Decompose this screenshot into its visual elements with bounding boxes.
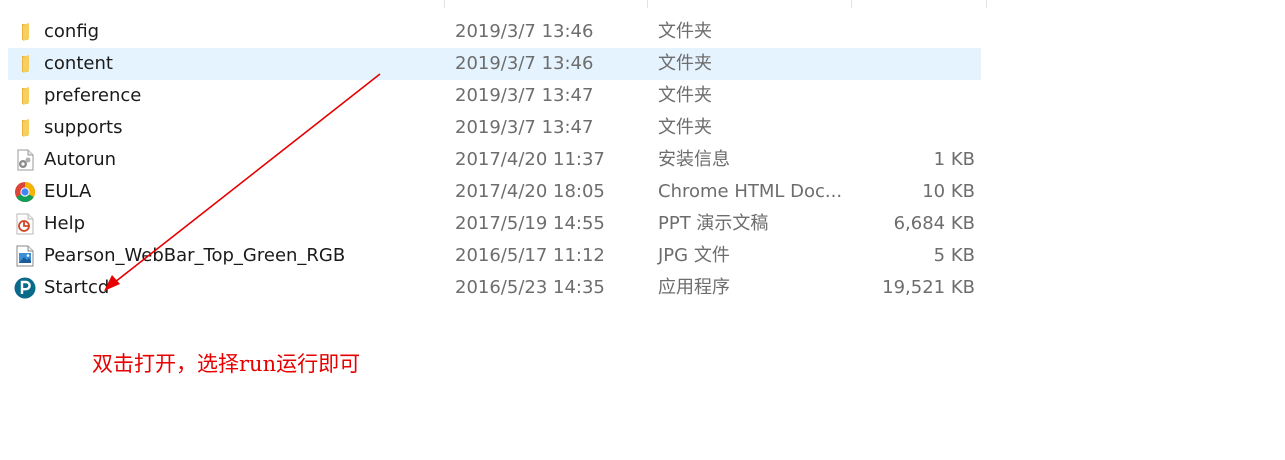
file-name: config [44, 21, 100, 42]
file-name: Pearson_WebBar_Top_Green_RGB [44, 245, 346, 266]
folder-icon [14, 117, 36, 139]
file-name: Startcd [44, 277, 110, 298]
file-row-startcd[interactable]: Startcd 2016/5/23 14:35 应用程序 19,521 KB [8, 272, 981, 304]
file-name: Help [44, 213, 86, 234]
file-type: 文件夹 [658, 85, 712, 106]
file-size: 19,521 KB [882, 277, 975, 298]
file-modified-date: 2019/3/7 13:47 [455, 85, 594, 106]
column-separator-type-size[interactable] [851, 0, 852, 8]
file-row-autorun[interactable]: Autorun 2017/4/20 11:37 安装信息 1 KB [8, 144, 981, 176]
file-type: 文件夹 [658, 53, 712, 74]
file-row-help[interactable]: Help 2017/5/19 14:55 PPT 演示文稿 6,684 KB [8, 208, 981, 240]
file-row-preference[interactable]: preference 2019/3/7 13:47 文件夹 [8, 80, 981, 112]
file-row-pearson-webbar[interactable]: Pearson_WebBar_Top_Green_RGB 2016/5/17 1… [8, 240, 981, 272]
file-modified-date: 2019/3/7 13:47 [455, 117, 594, 138]
column-separator-name-date[interactable] [444, 0, 445, 8]
file-name: EULA [44, 181, 92, 202]
file-name: content [44, 53, 113, 74]
annotation-instruction-text: 双击打开，选择run运行即可 [92, 352, 361, 376]
column-separator-date-type[interactable] [647, 0, 648, 8]
file-size: 5 KB [933, 245, 975, 266]
folder-icon [14, 85, 36, 107]
folder-icon [14, 21, 36, 43]
file-size: 1 KB [933, 149, 975, 170]
file-modified-date: 2016/5/17 11:12 [455, 245, 605, 266]
file-size: 6,684 KB [893, 213, 975, 234]
file-modified-date: 2019/3/7 13:46 [455, 21, 594, 42]
setup-info-icon [14, 149, 36, 171]
file-type: Chrome HTML Doc... [658, 181, 843, 202]
chrome-icon [14, 181, 36, 203]
file-row-config[interactable]: config 2019/3/7 13:46 文件夹 [8, 16, 981, 48]
image-file-icon [14, 245, 36, 267]
file-row-content[interactable]: content 2019/3/7 13:46 文件夹 [8, 48, 981, 80]
file-modified-date: 2017/4/20 11:37 [455, 149, 605, 170]
file-name: supports [44, 117, 123, 138]
file-name: preference [44, 85, 142, 106]
file-modified-date: 2017/4/20 18:05 [455, 181, 605, 202]
folder-icon [14, 53, 36, 75]
file-modified-date: 2017/5/19 14:55 [455, 213, 605, 234]
file-type: 文件夹 [658, 21, 712, 42]
file-name: Autorun [44, 149, 117, 170]
file-type: 应用程序 [658, 277, 730, 298]
file-modified-date: 2019/3/7 13:46 [455, 53, 594, 74]
pearson-app-icon [14, 277, 36, 299]
file-type: PPT 演示文稿 [658, 213, 769, 234]
file-size: 10 KB [922, 181, 975, 202]
file-type: 文件夹 [658, 117, 712, 138]
file-row-supports[interactable]: supports 2019/3/7 13:47 文件夹 [8, 112, 981, 144]
file-row-eula[interactable]: EULA 2017/4/20 18:05 Chrome HTML Doc... … [8, 176, 981, 208]
file-type: 安装信息 [658, 149, 730, 170]
column-separator-size-end[interactable] [986, 0, 987, 8]
file-modified-date: 2016/5/23 14:35 [455, 277, 605, 298]
powerpoint-icon [14, 213, 36, 235]
file-type: JPG 文件 [658, 245, 730, 266]
